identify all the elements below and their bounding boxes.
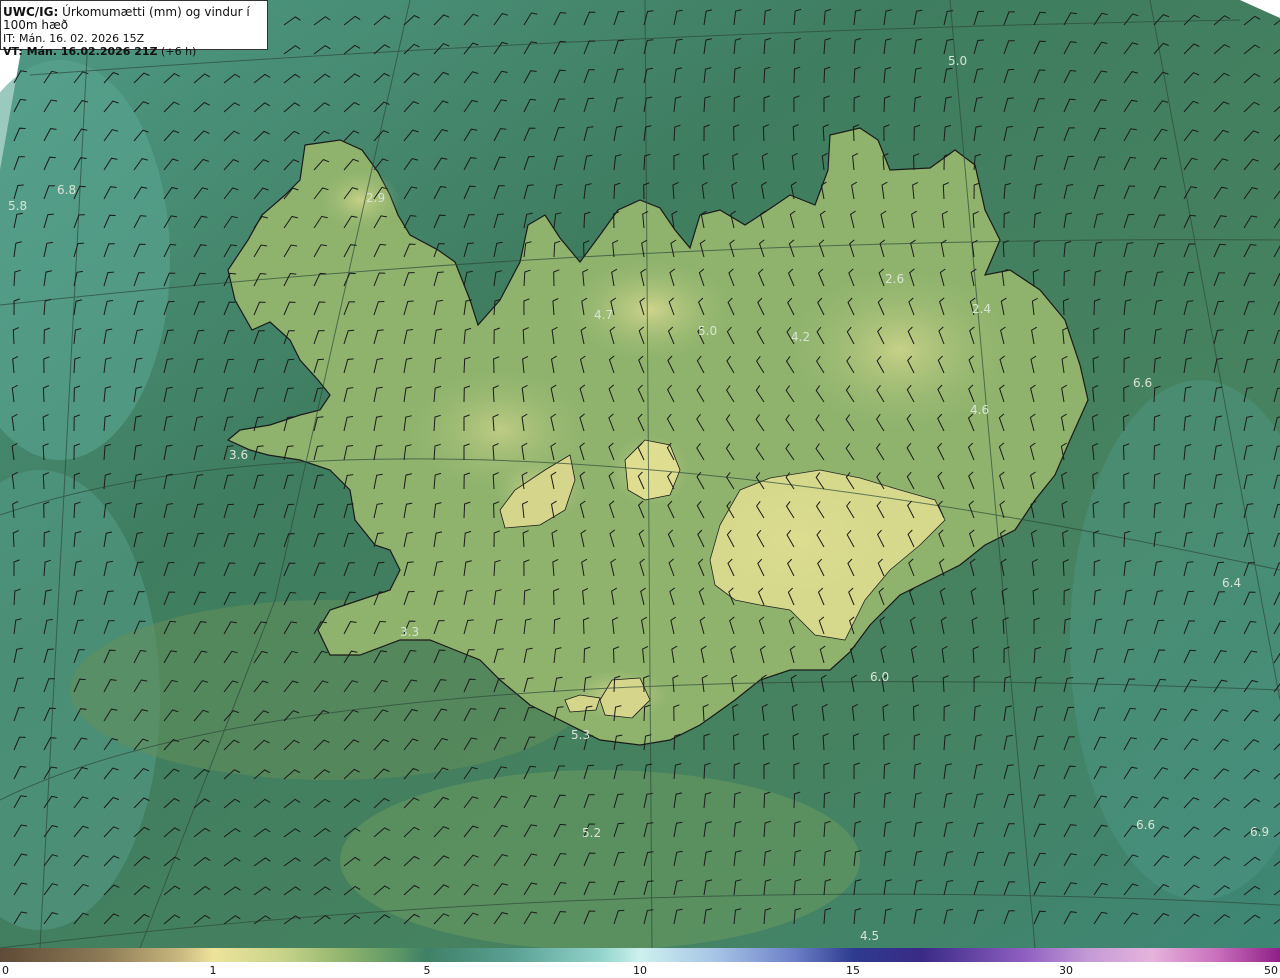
colorbar-strip <box>0 948 1280 962</box>
map-value-label: 6.0 <box>870 670 889 684</box>
colorbar-tick: 0 <box>2 964 9 977</box>
colorbar-tick: 5 <box>423 964 431 977</box>
map-value-label: 5.0 <box>698 324 717 338</box>
map-value-label: 3.6 <box>229 448 248 462</box>
map-value-label: 4.6 <box>970 403 989 417</box>
map-value-label: 4.5 <box>860 929 879 943</box>
map-value-label: 6.9 <box>1250 825 1269 839</box>
map-value-label: 6.8 <box>57 183 76 197</box>
map-value-label: 5.3 <box>571 728 590 742</box>
colorbar-tick: 50 <box>1264 964 1278 977</box>
map-value-label: 5.2 <box>582 826 601 840</box>
map-value-label: 2.9 <box>366 191 385 205</box>
map-info-box: UWC/IG: Úrkomumætti (mm) og vindur í 100… <box>0 0 268 58</box>
model-code: UWC/IG: <box>3 5 59 19</box>
map-value-label: 4.2 <box>791 330 810 344</box>
lead-time: (+6 h) <box>157 45 197 58</box>
colorbar-tick: 30 <box>1059 964 1073 977</box>
map-value-label: 6.4 <box>1222 576 1241 590</box>
colorbar-tick: 10 <box>633 964 647 977</box>
map-value-label: 5.8 <box>8 199 27 213</box>
colorbar: 0 1 5 10 15 30 50 <box>0 948 1280 978</box>
colorbar-tick: 15 <box>846 964 860 977</box>
map-value-label: 2.6 <box>885 272 904 286</box>
map-value-label: 5.0 <box>948 54 967 68</box>
init-time: IT: Mán. 16. 02. 2026 15Z <box>3 32 145 45</box>
precipitation-wind-map: 5.0 6.8 5.8 2.9 2.6 2.4 4.7 5.0 4.2 6.6 … <box>0 0 1280 948</box>
map-value-label: 6.6 <box>1133 376 1152 390</box>
map-value-label: 2.4 <box>972 302 991 316</box>
map-value-label: 3.3 <box>400 625 419 639</box>
map-value-label: 6.6 <box>1136 818 1155 832</box>
colorbar-tick: 1 <box>209 964 217 977</box>
map-value-label: 4.7 <box>594 308 613 322</box>
valid-time: VT: Mán. 16.02.2026 21Z <box>3 45 158 58</box>
